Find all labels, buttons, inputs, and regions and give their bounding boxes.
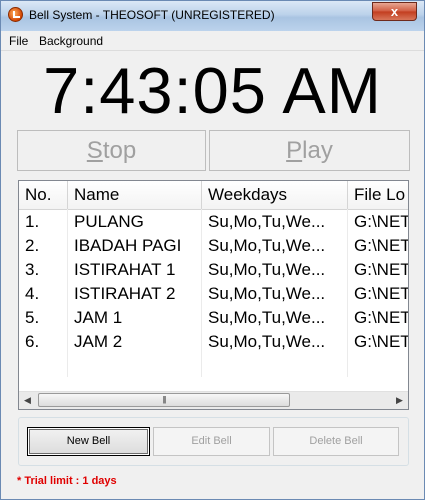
row-weekdays: Su,Mo,Tu,We... (208, 308, 326, 327)
table-row[interactable]: 2. IBADAH PAGI Su,Mo,Tu,We... G:\NET (19, 234, 408, 258)
list-header: No. Name Weekdays File Lo (19, 181, 408, 210)
scrollbar-thumb[interactable]: ||| (38, 393, 290, 407)
table-row[interactable]: 5. JAM 1 Su,Mo,Tu,We... G:\NET (19, 306, 408, 330)
table-row[interactable]: 4. ISTIRAHAT 2 Su,Mo,Tu,We... G:\NET (19, 282, 408, 306)
row-name: IBADAH PAGI (74, 236, 182, 255)
column-header-file-location[interactable]: File Lo (348, 181, 408, 209)
play-button[interactable]: Play (209, 130, 410, 171)
table-row[interactable]: 3. ISTIRAHAT 1 Su,Mo,Tu,We... G:\NET (19, 258, 408, 282)
horizontal-scrollbar[interactable]: ◀ ||| ▶ (19, 391, 408, 409)
clock-display: 7:43:05 AM (43, 54, 382, 127)
row-name: JAM 2 (74, 332, 123, 351)
new-bell-label: New Bell (66, 435, 111, 447)
edit-bell-button[interactable]: Edit Bell (153, 427, 270, 456)
row-name: ISTIRAHAT 2 (74, 284, 176, 303)
row-file-location: G:\NET (354, 284, 408, 303)
row-weekdays: Su,Mo,Tu,We... (208, 260, 326, 279)
row-file-location: G:\NET (354, 212, 408, 231)
row-weekdays: Su,Mo,Tu,We... (208, 284, 326, 303)
row-number: 5. (25, 308, 40, 327)
bell-list[interactable]: No. Name Weekdays File Lo 1. PULANG Su,M… (18, 180, 409, 410)
row-name: PULANG (74, 212, 144, 231)
column-header-no[interactable]: No. (19, 181, 68, 209)
title-bar[interactable]: Bell System - THEOSOFT (UNREGISTERED) x (1, 1, 424, 31)
row-number: 6. (25, 332, 40, 351)
row-weekdays: Su,Mo,Tu,We... (208, 332, 326, 351)
table-row[interactable]: 6. JAM 2 Su,Mo,Tu,We... G:\NET (19, 330, 408, 354)
trial-limit-notice: * Trial limit : 1 days (17, 475, 117, 487)
row-file-location: G:\NET (354, 260, 408, 279)
new-bell-button[interactable]: New Bell (27, 427, 150, 456)
menu-bar: File Background (1, 31, 424, 51)
table-row[interactable]: 1. PULANG Su,Mo,Tu,We... G:\NET (19, 210, 408, 234)
column-header-weekdays[interactable]: Weekdays (202, 181, 348, 209)
column-header-name[interactable]: Name (68, 181, 202, 209)
app-icon (8, 7, 23, 22)
scroll-right-arrow-icon[interactable]: ▶ (391, 392, 408, 409)
delete-bell-button[interactable]: Delete Bell (273, 427, 399, 456)
row-number: 1. (25, 212, 40, 231)
row-name: ISTIRAHAT 1 (74, 260, 176, 279)
row-file-location: G:\NET (354, 332, 408, 351)
row-number: 3. (25, 260, 40, 279)
row-number: 2. (25, 236, 40, 255)
row-number: 4. (25, 284, 40, 303)
stop-button[interactable]: Stop (17, 130, 206, 171)
app-window: Bell System - THEOSOFT (UNREGISTERED) x … (0, 0, 425, 500)
row-name: JAM 1 (74, 308, 123, 327)
row-weekdays: Su,Mo,Tu,We... (208, 236, 326, 255)
close-button[interactable]: x (372, 2, 417, 21)
row-weekdays: Su,Mo,Tu,We... (208, 212, 326, 231)
row-file-location: G:\NET (354, 308, 408, 327)
window-title: Bell System - THEOSOFT (UNREGISTERED) (29, 8, 275, 22)
menu-file[interactable]: File (9, 34, 28, 48)
menu-background[interactable]: Background (39, 34, 103, 48)
scroll-left-arrow-icon[interactable]: ◀ (19, 392, 36, 409)
delete-bell-label: Delete Bell (309, 435, 363, 447)
row-file-location: G:\NET (354, 236, 408, 255)
edit-bell-label: Edit Bell (191, 435, 232, 447)
